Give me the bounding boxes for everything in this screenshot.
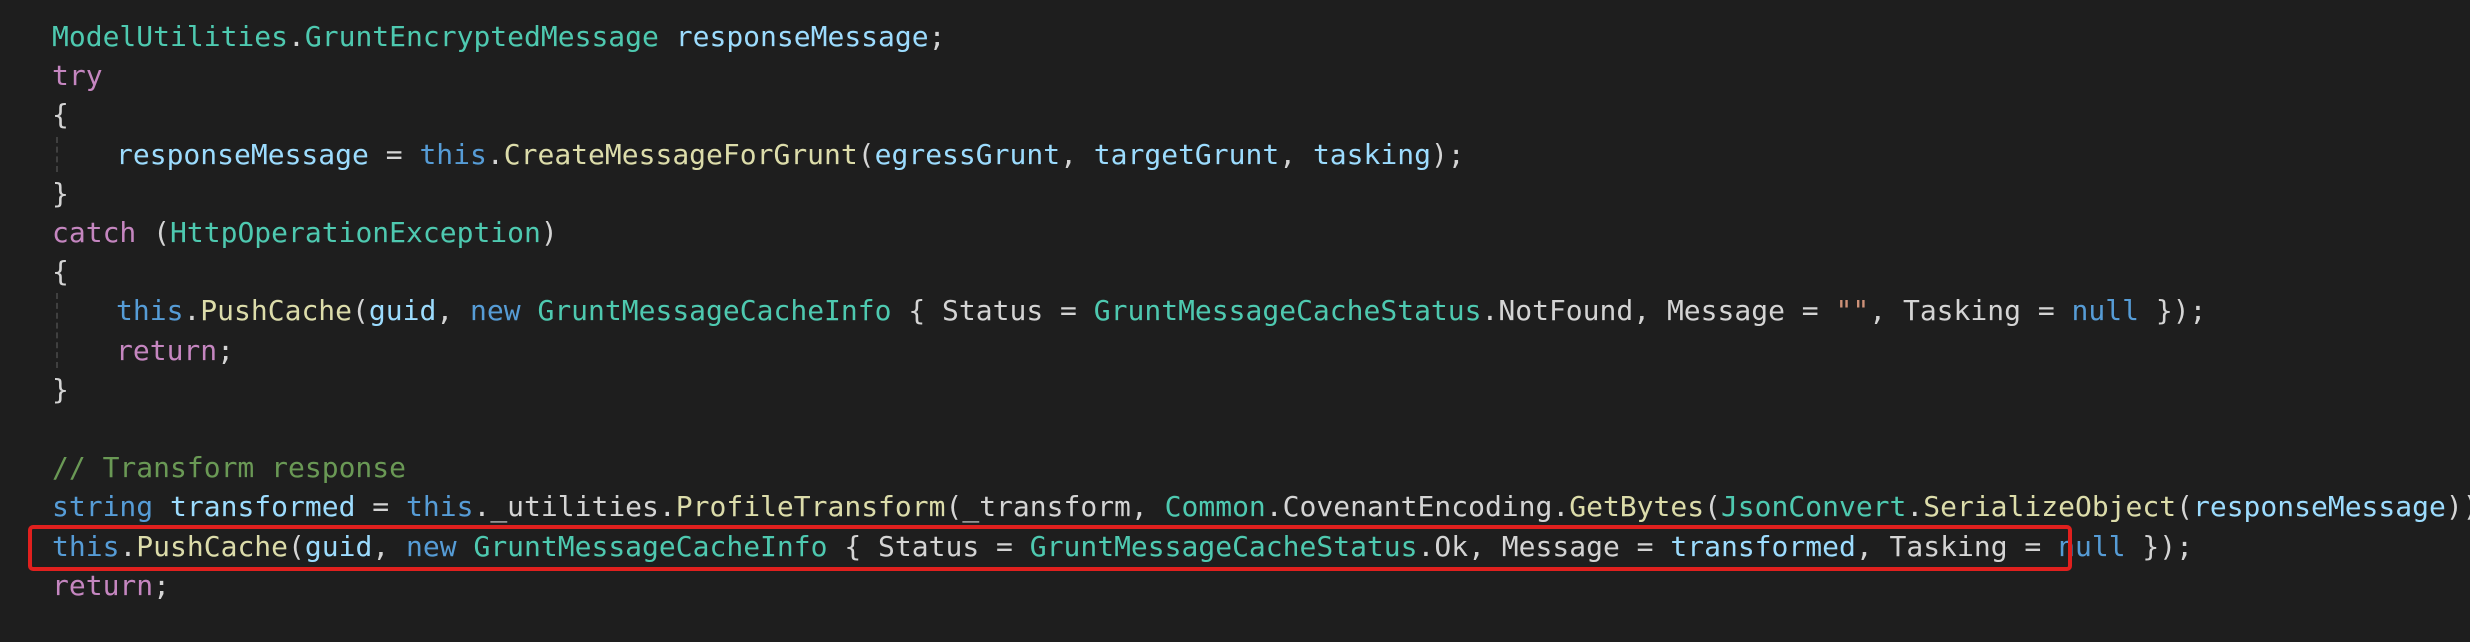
code-token: ProfileTransform: [675, 490, 946, 524]
code-token: Common: [1164, 490, 1266, 524]
code-token: this: [406, 490, 474, 524]
code-line[interactable]: }: [52, 174, 69, 213]
code-token: ): [540, 216, 558, 249]
code-token: new: [470, 294, 521, 328]
code-token: GruntMessageCacheInfo: [537, 294, 892, 328]
code-token: ;: [153, 568, 171, 602]
code-token: ,: [1060, 137, 1094, 171]
code-token: (: [2176, 490, 2193, 524]
code-token: , Tasking =: [1869, 294, 2072, 328]
code-token: responseMessage: [116, 137, 369, 171]
code-line[interactable]: this.PushCache(guid, new GruntMessageCac…: [52, 291, 2206, 330]
code-token: (: [352, 294, 369, 328]
code-token: guid: [368, 294, 437, 328]
code-token: (: [1704, 490, 1721, 524]
code-token: GruntEncryptedMessage: [304, 20, 659, 53]
code-token: {: [52, 255, 69, 289]
code-token: ModelUtilities: [52, 20, 289, 53]
code-line[interactable]: string transformed = this._utilities.Pro…: [52, 487, 2470, 526]
code-token: string: [52, 490, 154, 524]
code-token: {: [52, 98, 69, 132]
code-editor[interactable]: ModelUtilities.GruntEncryptedMessage res…: [0, 0, 2470, 642]
code-token: // Transform response: [52, 451, 407, 485]
code-token: catch: [52, 216, 137, 249]
code-line[interactable]: catch (HttpOperationException): [52, 213, 558, 252]
code-token: (: [857, 137, 875, 171]
code-token: (: [136, 216, 171, 249]
code-token: tasking: [1312, 137, 1431, 171]
code-token: targetGrunt: [1093, 137, 1280, 171]
code-token: { Status =: [891, 294, 1094, 328]
code-token: JsonConvert: [1720, 490, 1907, 524]
code-token: ;: [217, 333, 235, 367]
code-token: =: [355, 490, 407, 524]
code-token: PushCache: [200, 294, 353, 328]
code-token: ._utilities.: [473, 490, 676, 524]
code-token: .: [183, 294, 201, 328]
code-token: ,: [1279, 137, 1313, 171]
code-line[interactable]: responseMessage = this.CreateMessageForG…: [52, 135, 1465, 174]
code-token: ;: [928, 20, 946, 53]
code-token: }: [52, 372, 69, 406]
code-line[interactable]: ModelUtilities.GruntEncryptedMessage res…: [52, 17, 945, 56]
code-token: HttpOperationException: [170, 216, 541, 249]
code-line[interactable]: // Transform response: [52, 448, 406, 487]
code-token: .: [288, 20, 305, 53]
code-token: .CovenantEncoding.: [1265, 490, 1570, 524]
highlight-box: [28, 525, 2072, 571]
code-token: return: [52, 568, 154, 602]
code-token: this: [116, 294, 184, 328]
code-token: this: [419, 137, 487, 171]
code-token: try: [52, 59, 103, 93]
code-token: egressGrunt: [874, 137, 1061, 171]
code-token: responseMessage: [675, 20, 929, 53]
code-token: GetBytes: [1569, 490, 1705, 524]
code-token: SerializeObject: [1923, 490, 2177, 524]
code-token: .: [1906, 490, 1924, 524]
code-token: return: [116, 333, 218, 367]
code-line[interactable]: }: [52, 370, 69, 409]
code-token: transformed: [170, 490, 356, 524]
code-token: });: [2138, 294, 2207, 328]
code-token: .: [486, 137, 504, 171]
code-token: );: [1430, 137, 1465, 171]
code-line[interactable]: return;: [52, 566, 170, 605]
code-token: responseMessage: [2192, 490, 2446, 524]
code-line[interactable]: try: [52, 56, 103, 95]
code-token: CreateMessageForGrunt: [503, 137, 858, 171]
code-line[interactable]: return;: [52, 331, 234, 370]
code-token: });: [2125, 529, 2193, 563]
code-line[interactable]: {: [52, 95, 69, 134]
code-token: =: [368, 137, 420, 171]
code-line[interactable]: {: [52, 252, 69, 291]
code-token: (_transform,: [945, 490, 1165, 524]
code-token: .NotFound, Message =: [1481, 294, 1836, 328]
code-token: )));: [2445, 490, 2470, 524]
code-token: GruntMessageCacheStatus: [1093, 294, 1482, 328]
code-token: ,: [436, 294, 471, 328]
code-token: "": [1835, 294, 1870, 328]
code-token: null: [2071, 294, 2139, 328]
code-token: }: [52, 176, 69, 210]
